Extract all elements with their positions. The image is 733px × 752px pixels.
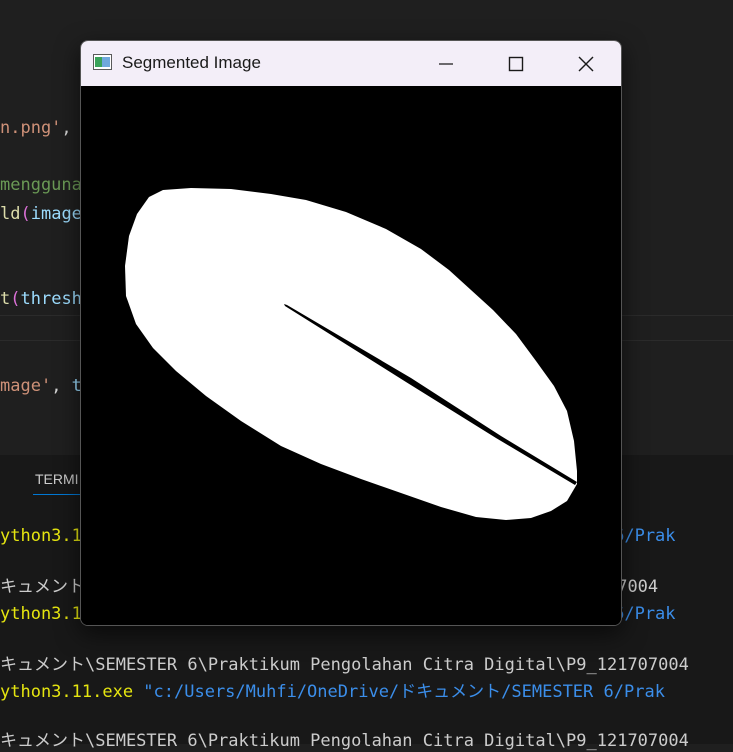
close-icon (578, 56, 594, 71)
text-segment: t (0, 289, 11, 309)
text-segment: ython3.11.exe (0, 682, 144, 702)
text-segment: "c:/Users/Muhfi/OneDrive/ドキュメント/SEMESTER… (143, 682, 665, 702)
code-line: menggunak (0, 174, 92, 196)
code-line: t(thresh (0, 288, 82, 310)
text-segment: n.png' (0, 118, 62, 138)
code-line: ld(image (0, 203, 82, 225)
text-segment: ( (20, 204, 31, 224)
tab-terminal[interactable]: TERMI (35, 471, 79, 487)
terminal-line: キュメント\SEMESTER 6\Praktikum Pengolahan Ci… (0, 730, 689, 752)
text-segment: image (30, 204, 82, 224)
code-line: mage', t (0, 375, 82, 397)
minimize-button[interactable] (411, 41, 481, 86)
terminal-line: ython3.11.exe "c:/Users/Muhfi/OneDrive/ド… (0, 681, 665, 703)
maximize-button[interactable] (481, 41, 551, 86)
window-titlebar[interactable]: Segmented Image (81, 41, 621, 86)
terminal-line: キュメント\SEMESTER 6\Praktikum Pengolahan Ci… (0, 654, 689, 676)
text-segment: thresh (20, 289, 82, 309)
text-segment: ython3.1 (0, 526, 82, 546)
text-segment: キュメント\SEMESTER 6\Praktikum Pengolahan Ci… (0, 731, 689, 751)
text-segment: menggunak (0, 175, 93, 195)
code-line: n.png', (0, 117, 72, 139)
text-segment: ( (10, 289, 21, 309)
segmented-image-canvas (81, 86, 621, 625)
segmented-leaf-image (81, 86, 621, 625)
minimize-icon (439, 62, 453, 65)
text-segment: キュメント (0, 577, 85, 597)
text-segment: ld (0, 204, 21, 224)
close-button[interactable] (551, 41, 621, 86)
window-title: Segmented Image (122, 53, 261, 72)
text-segment: ython3.1 (0, 604, 82, 624)
text-segment: キュメント\SEMESTER 6\Praktikum Pengolahan Ci… (0, 655, 689, 675)
segmented-image-window[interactable]: Segmented Image (80, 40, 622, 626)
maximize-icon (508, 56, 524, 71)
text-segment: , (61, 118, 72, 138)
text-segment: , (51, 376, 72, 396)
app-icon (93, 54, 112, 70)
text-segment: mage' (0, 376, 52, 396)
